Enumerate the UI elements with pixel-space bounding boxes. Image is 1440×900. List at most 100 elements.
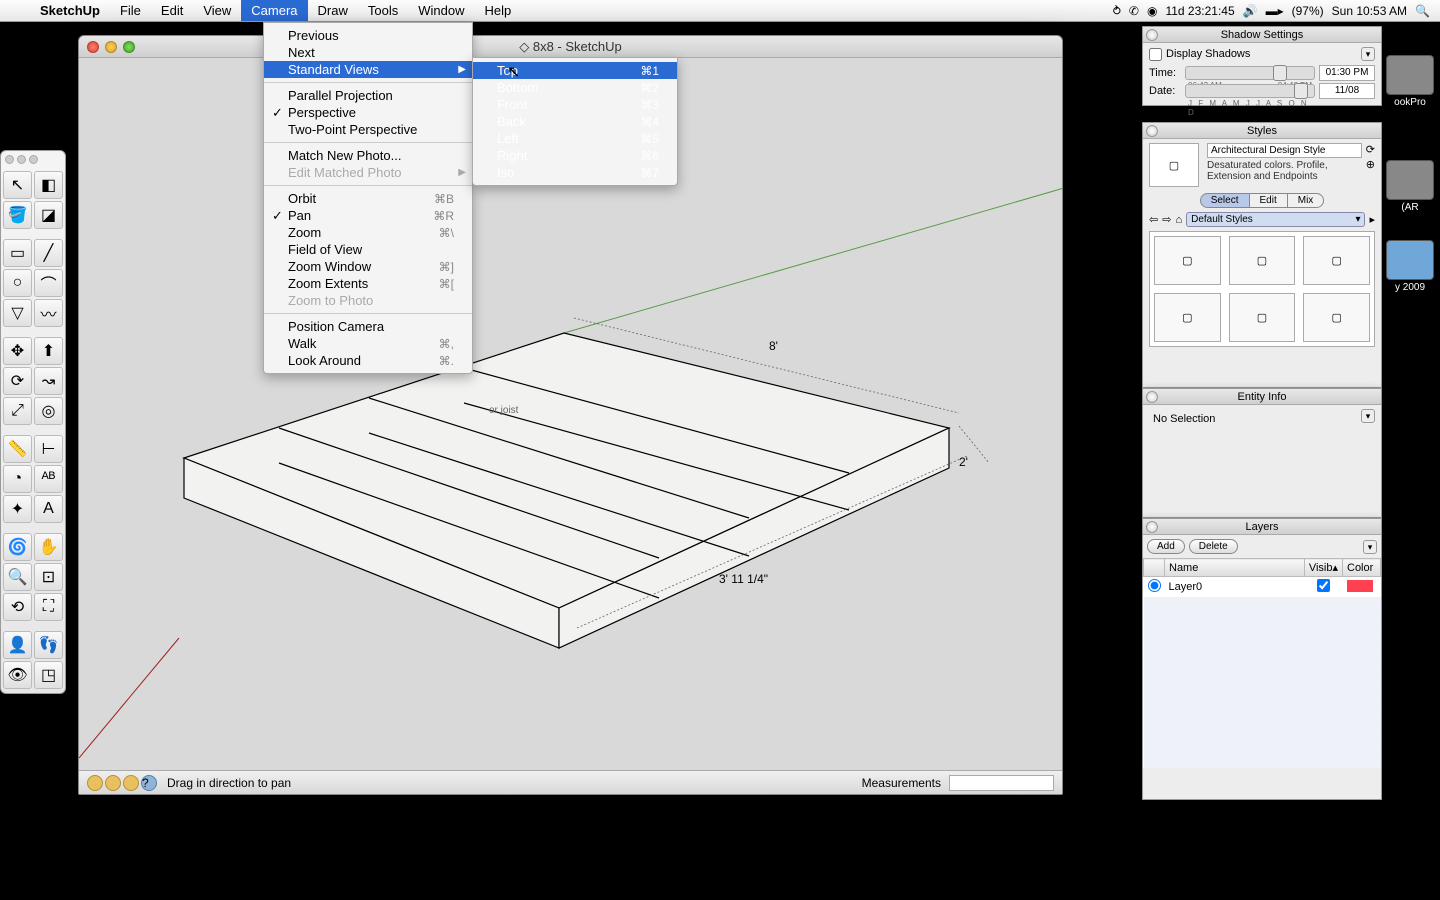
styles-tab-select[interactable]: Select [1200, 193, 1250, 208]
layer-visible-checkbox[interactable] [1317, 579, 1330, 592]
3dtext-tool[interactable]: A [34, 495, 63, 523]
date-slider[interactable]: J F M A M J J A S O N D [1185, 84, 1315, 98]
style-new-icon[interactable]: ⊕ [1366, 158, 1375, 171]
view-left[interactable]: Left⌘5 [473, 130, 677, 147]
delete-layer-button[interactable]: Delete [1189, 539, 1238, 554]
collapse-icon[interactable] [1146, 125, 1158, 137]
help-icon[interactable]: ? [141, 775, 157, 791]
paint-tool[interactable]: 🪣 [3, 201, 32, 229]
forward-icon[interactable]: ⇨ [1162, 213, 1171, 226]
select-tool[interactable]: ↖ [3, 171, 32, 199]
time-value[interactable]: 01:30 PM [1319, 65, 1375, 81]
time-slider[interactable]: 06:43 AM04:46 PM [1185, 66, 1315, 80]
style-thumb[interactable]: ▢ [1303, 293, 1370, 342]
collapse-icon[interactable] [1146, 521, 1158, 533]
zoom-button[interactable] [123, 41, 135, 53]
zoom-tool[interactable]: 🔍 [3, 563, 32, 591]
desktop-folder-icon[interactable]: y 2009 [1382, 240, 1438, 293]
protractor-tool[interactable]: ◔ [3, 465, 32, 493]
add-layer-button[interactable]: Add [1147, 539, 1185, 554]
camera-walk[interactable]: Walk⌘, [264, 335, 472, 352]
col-visible[interactable]: Visib▴ [1304, 559, 1342, 577]
tape-tool[interactable]: 📏 [3, 435, 32, 463]
look-tool[interactable]: 👁 [3, 661, 32, 689]
layer-color-swatch[interactable] [1347, 580, 1373, 592]
view-iso[interactable]: Iso⌘7 [473, 164, 677, 181]
arc-tool[interactable]: ⌒ [34, 269, 63, 297]
entity-info-panel[interactable]: Entity Info No Selection▾ [1142, 388, 1382, 518]
clock[interactable]: Sun 10:53 AM [1332, 4, 1407, 18]
camera-zoom[interactable]: Zoom⌘\ [264, 224, 472, 241]
menu-help[interactable]: Help [474, 0, 521, 21]
move-tool[interactable]: ✥ [3, 337, 32, 365]
view-bottom[interactable]: Bottom⌘2 [473, 79, 677, 96]
layer-row[interactable]: Layer0 [1144, 577, 1381, 598]
tool-palette[interactable]: ↖ ◧ 🪣 ◪ ▭ ╱ ○ ⌒ ▽ 〰 ✥ ⬆ ⟳ ↝ ⤢ ◎ 📏 ⊢ ◔ ᴬᴮ… [0, 150, 66, 694]
minimize-button[interactable] [105, 41, 117, 53]
zoom-window-tool[interactable]: ⊡ [34, 563, 63, 591]
camera-zoom-extents[interactable]: Zoom Extents⌘[ [264, 275, 472, 292]
menu-draw[interactable]: Draw [308, 0, 358, 21]
menu-tools[interactable]: Tools [358, 0, 408, 21]
measurements-input[interactable] [949, 775, 1054, 791]
camera-zoom-window[interactable]: Zoom Window⌘] [264, 258, 472, 275]
position-camera-tool[interactable]: 👤 [3, 631, 32, 659]
camera-two-point[interactable]: Two-Point Perspective [264, 121, 472, 138]
view-top[interactable]: Top⌘1 [473, 62, 677, 79]
camera-orbit[interactable]: Orbit⌘B [264, 190, 472, 207]
orbit-tool[interactable]: 🌀 [3, 533, 32, 561]
date-value[interactable]: 11/08 [1319, 83, 1375, 99]
zoom-extents-tool[interactable]: ⛶ [34, 593, 63, 621]
close-button[interactable] [87, 41, 99, 53]
app-name[interactable]: SketchUp [30, 3, 110, 18]
home-icon[interactable]: ⌂ [1175, 214, 1182, 226]
style-thumb[interactable]: ▢ [1154, 293, 1221, 342]
menu-file[interactable]: File [110, 0, 151, 21]
camera-previous[interactable]: Previous [264, 27, 472, 44]
view-back[interactable]: Back⌘4 [473, 113, 677, 130]
pan-tool[interactable]: ✋ [34, 533, 63, 561]
rectangle-tool[interactable]: ▭ [3, 239, 32, 267]
layer-name[interactable]: Layer0 [1165, 577, 1305, 598]
camera-next[interactable]: Next [264, 44, 472, 61]
display-shadows-checkbox[interactable] [1149, 48, 1162, 61]
wifi-icon[interactable]: ◉ [1147, 4, 1157, 18]
axes-tool[interactable]: ✦ [3, 495, 32, 523]
style-thumb[interactable]: ▢ [1303, 236, 1370, 285]
titlebar[interactable]: ◇ 8x8 - SketchUp [79, 36, 1062, 58]
menu-edit[interactable]: Edit [151, 0, 193, 21]
style-library-selector[interactable]: Default Styles▾ [1186, 212, 1365, 227]
styles-tab-edit[interactable]: Edit [1250, 193, 1288, 208]
styles-panel[interactable]: Styles ▢ Architectural Design Style Desa… [1142, 122, 1382, 388]
style-name[interactable]: Architectural Design Style [1207, 143, 1362, 158]
style-update-icon[interactable]: ⟳ [1366, 143, 1375, 156]
style-thumb[interactable]: ▢ [1154, 236, 1221, 285]
offset-tool[interactable]: ◎ [34, 397, 63, 425]
options-arrow-icon[interactable]: ▾ [1363, 540, 1377, 554]
dimension-tool[interactable]: ⊢ [34, 435, 63, 463]
section-tool[interactable]: ◳ [34, 661, 63, 689]
collapse-icon[interactable] [1146, 391, 1158, 403]
line-tool[interactable]: ╱ [34, 239, 63, 267]
camera-pan[interactable]: ✓Pan⌘R [264, 207, 472, 224]
collapse-icon[interactable] [1146, 29, 1158, 41]
camera-match-photo[interactable]: Match New Photo... [264, 147, 472, 164]
camera-fov[interactable]: Field of View [264, 241, 472, 258]
eraser-tool[interactable]: ◪ [34, 201, 63, 229]
freehand-tool[interactable]: 〰 [34, 299, 63, 327]
options-arrow-icon[interactable]: ▾ [1361, 47, 1375, 61]
menu-camera[interactable]: Camera [241, 0, 307, 21]
col-name[interactable]: Name [1165, 559, 1305, 577]
menu-view[interactable]: View [193, 0, 241, 21]
camera-standard-views[interactable]: Standard Views▶ Top⌘1 Bottom⌘2 Front⌘3 B… [264, 61, 472, 78]
walk-tool[interactable]: 👣 [34, 631, 63, 659]
desktop-drive-icon[interactable]: (AR [1382, 160, 1438, 213]
scale-tool[interactable]: ⤢ [3, 397, 32, 425]
zoom-prev-tool[interactable]: ⟲ [3, 593, 32, 621]
back-icon[interactable]: ⇦ [1149, 213, 1158, 226]
battery-icon[interactable]: ▬▸ [1266, 4, 1284, 18]
sync-icon[interactable]: ⥁ [1113, 4, 1121, 18]
pushpull-tool[interactable]: ⬆ [34, 337, 63, 365]
circle-tool[interactable]: ○ [3, 269, 32, 297]
styles-tab-mix[interactable]: Mix [1288, 193, 1325, 208]
